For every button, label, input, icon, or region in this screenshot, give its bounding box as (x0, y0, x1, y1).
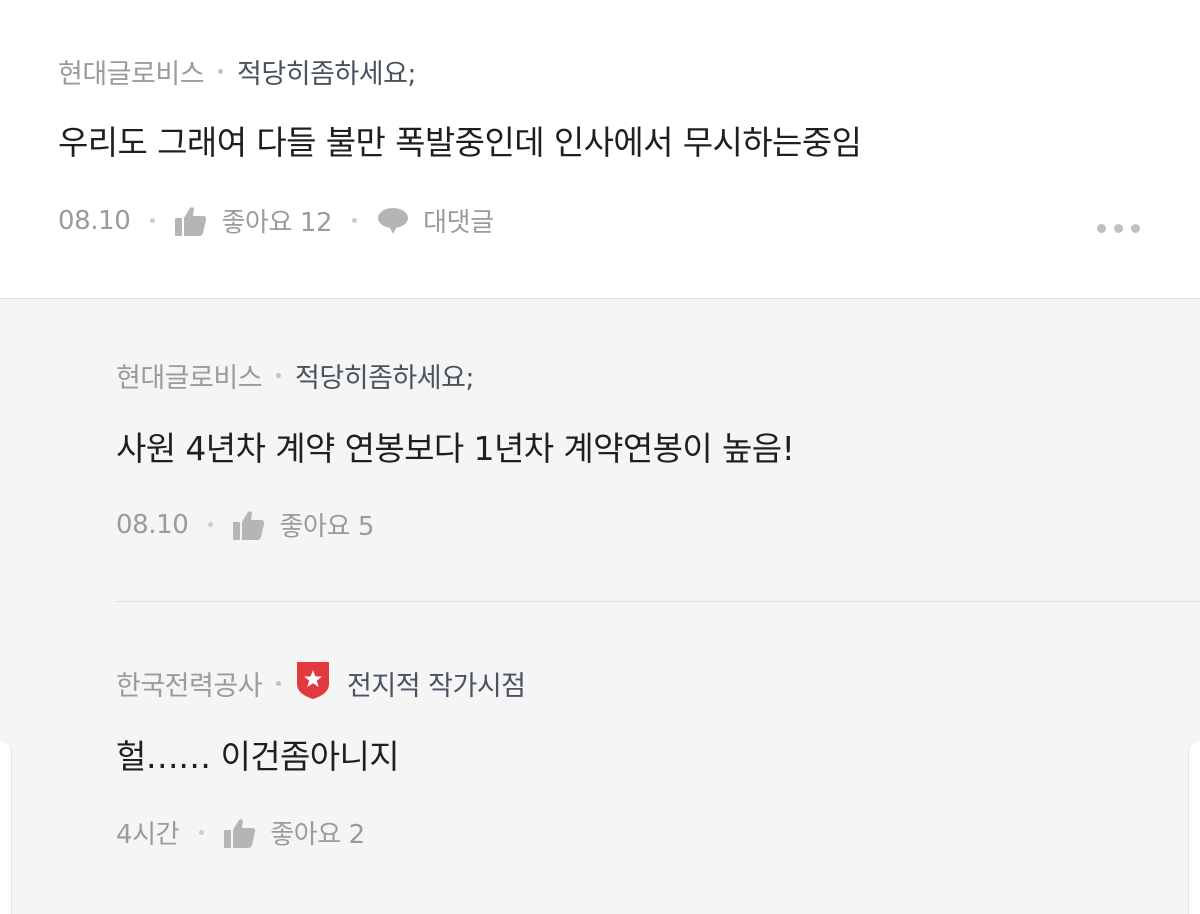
author-nickname[interactable]: 적당히좀하세요; (295, 356, 474, 395)
card-edge-right (1188, 742, 1200, 914)
star-shield-icon (295, 660, 331, 707)
company-name[interactable]: 현대글로비스 (116, 356, 263, 395)
comment-card: 현대글로비스 적당히좀하세요; 우리도 그래여 다들 불만 폭발중인데 인사에서… (0, 0, 1200, 298)
thumbs-up-icon (224, 818, 256, 848)
separator-dot (199, 830, 205, 835)
separator-dot (208, 522, 214, 527)
like-button[interactable]: 좋아요 2 (224, 814, 365, 851)
comment-date: 08.10 (58, 205, 131, 236)
comment-author-line: 현대글로비스 적당히좀하세요; (58, 52, 417, 91)
reply-date: 4시간 (116, 820, 180, 850)
reply-date: 08.10 (116, 509, 189, 540)
reply-actions: 08.10 좋아요 5 (116, 506, 374, 543)
reply-text: 사원 4년차 계약 연봉보다 1년차 계약연봉이 높음! (116, 429, 795, 468)
like-button[interactable]: 좋아요 12 (175, 202, 333, 239)
separator-dot (276, 373, 282, 378)
separator-dot (150, 218, 156, 223)
reply-text: 헐…… 이건좀아니지 (116, 737, 400, 776)
reply-divider (116, 601, 1200, 602)
reply-author-line: 한국전력공사 전지적 작가시점 (116, 660, 526, 707)
like-count-label: 좋아요 5 (279, 512, 375, 542)
speech-bubble-icon (378, 207, 409, 234)
like-count-label: 좋아요 12 (221, 208, 333, 238)
company-name[interactable]: 현대글로비스 (58, 52, 205, 91)
card-edge-left (0, 742, 12, 914)
like-button[interactable]: 좋아요 5 (233, 506, 374, 543)
author-nickname[interactable]: 적당히좀하세요; (237, 52, 416, 91)
separator-dot (218, 69, 224, 74)
like-count-label: 좋아요 2 (270, 820, 365, 850)
more-dot (1097, 224, 1106, 233)
author-nickname[interactable]: 전지적 작가시점 (347, 664, 526, 703)
reply-button[interactable]: 대댓글 (377, 202, 494, 239)
comment-actions: 08.10 좋아요 12 대댓글 (58, 202, 494, 239)
thumbs-up-icon (233, 510, 265, 540)
more-dot (1114, 224, 1123, 233)
comment-text: 우리도 그래여 다들 불만 폭발중인데 인사에서 무시하는중임 (58, 123, 862, 162)
reply-author-line: 현대글로비스 적당히좀하세요; (116, 356, 475, 395)
company-name[interactable]: 한국전력공사 (116, 664, 263, 703)
more-options-button[interactable] (1097, 224, 1140, 233)
reply-label: 대댓글 (423, 208, 494, 238)
thumbs-up-icon (175, 206, 207, 236)
reply-actions: 4시간 좋아요 2 (116, 814, 365, 851)
separator-dot (352, 218, 358, 223)
more-dot (1131, 224, 1140, 233)
separator-dot (276, 681, 282, 686)
